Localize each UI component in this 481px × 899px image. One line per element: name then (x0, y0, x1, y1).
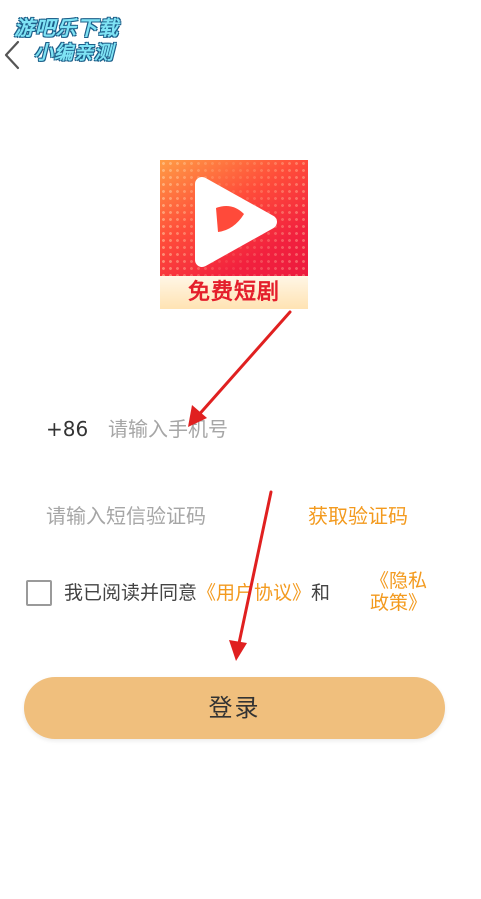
sms-code-input[interactable] (46, 501, 296, 531)
agreement-checkbox[interactable] (26, 580, 52, 606)
sms-code-row: 获取验证码 (46, 501, 446, 531)
agreement-row: 我已阅读并同意《用户协议》和 《隐私 政策》 (24, 570, 464, 620)
agreement-and: 和 (311, 582, 331, 604)
play-icon (195, 177, 277, 267)
watermark-line2: 小编亲测 (34, 42, 115, 64)
country-code[interactable]: +86 (46, 414, 88, 444)
phone-input[interactable] (108, 414, 408, 444)
user-agreement-link[interactable]: 《用户协议》 (197, 582, 311, 604)
get-code-button[interactable]: 获取验证码 (308, 501, 408, 531)
watermark: 游吧乐下载 小编亲测 (14, 12, 154, 64)
annotation-arrows (188, 310, 292, 661)
login-button[interactable]: 登录 (24, 677, 445, 739)
arrow-head-2 (229, 640, 247, 661)
agreement-text: 我已阅读并同意《用户协议》和 (64, 580, 330, 606)
app-logo: 免费短剧 (160, 160, 308, 309)
arrow-line-1 (194, 310, 292, 420)
watermark-line1: 游吧乐下载 (14, 16, 119, 40)
privacy-line1: 《隐私 (370, 570, 428, 592)
privacy-policy-link[interactable]: 《隐私 政策》 (370, 570, 440, 614)
logo-banner-text: 免费短剧 (160, 276, 308, 309)
phone-row: +86 (46, 414, 446, 444)
privacy-line2: 政策》 (370, 592, 428, 614)
agreement-prefix: 我已阅读并同意 (64, 582, 198, 604)
